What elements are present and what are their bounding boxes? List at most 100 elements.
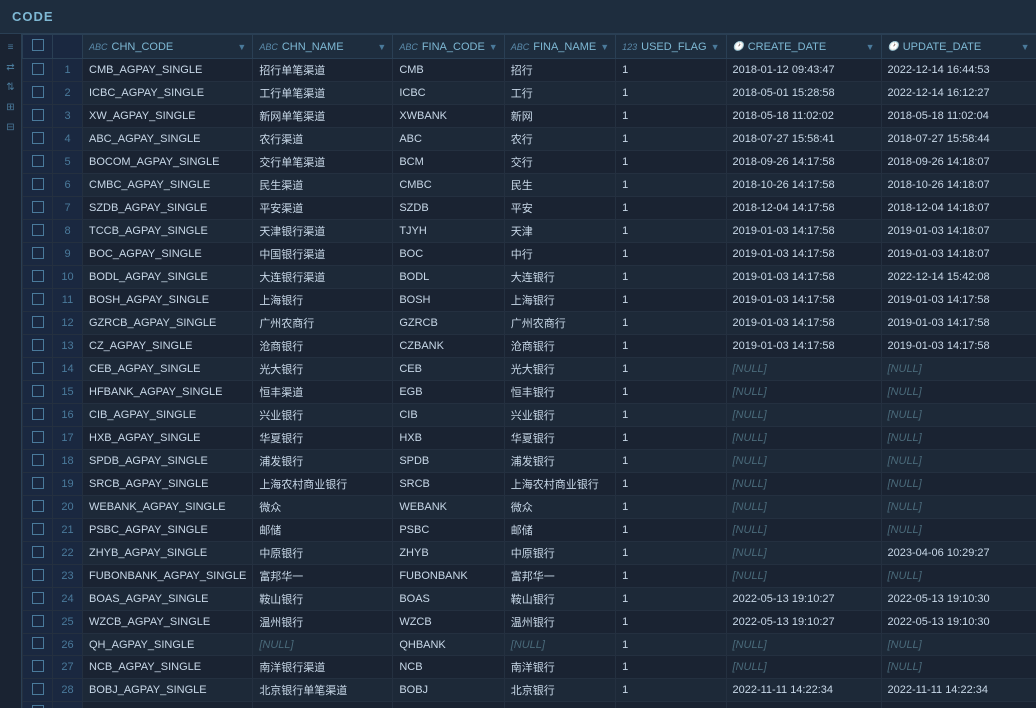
checkbox-icon[interactable] (32, 615, 44, 627)
table-row[interactable]: 24BOAS_AGPAY_SINGLE鞍山银行BOAS鞍山银行12022-05-… (23, 588, 1036, 611)
col-header-used-flag[interactable]: 123 USED_FLAG ▼ (616, 35, 726, 59)
row-checkbox[interactable] (23, 220, 53, 243)
panel-icon-5[interactable]: ⊟ (2, 118, 20, 136)
col-header-checkbox[interactable] (23, 35, 53, 59)
panel-icon-1[interactable]: ≡ (2, 38, 20, 56)
checkbox-icon[interactable] (32, 523, 44, 535)
checkbox-icon[interactable] (32, 224, 44, 236)
table-row[interactable]: 14CEB_AGPAY_SINGLE光大银行CEB光大银行1[NULL][NUL… (23, 358, 1036, 381)
checkbox-icon[interactable] (32, 132, 44, 144)
header-checkbox[interactable] (32, 39, 44, 51)
table-row[interactable]: 11BOSH_AGPAY_SINGLE上海银行BOSH上海银行12019-01-… (23, 289, 1036, 312)
checkbox-icon[interactable] (32, 385, 44, 397)
row-checkbox[interactable] (23, 542, 53, 565)
table-row[interactable]: 17HXB_AGPAY_SINGLE华夏银行HXB华夏银行1[NULL][NUL… (23, 427, 1036, 450)
row-checkbox[interactable] (23, 679, 53, 702)
row-checkbox[interactable] (23, 59, 53, 82)
table-row[interactable]: 19SRCB_AGPAY_SINGLE上海农村商业银行SRCB上海农村商业银行1… (23, 473, 1036, 496)
checkbox-icon[interactable] (32, 408, 44, 420)
table-row[interactable]: 18SPDB_AGPAY_SINGLE浦发银行SPDB浦发银行1[NULL][N… (23, 450, 1036, 473)
table-row[interactable]: 8TCCB_AGPAY_SINGLE天津银行渠道TJYH天津12019-01-0… (23, 220, 1036, 243)
checkbox-icon[interactable] (32, 247, 44, 259)
row-checkbox[interactable] (23, 565, 53, 588)
row-checkbox[interactable] (23, 611, 53, 634)
checkbox-icon[interactable] (32, 109, 44, 121)
checkbox-icon[interactable] (32, 178, 44, 190)
checkbox-icon[interactable] (32, 270, 44, 282)
table-row[interactable]: 2912312312323412022-12-07 14:42:102022-1… (23, 702, 1036, 708)
checkbox-icon[interactable] (32, 362, 44, 374)
checkbox-icon[interactable] (32, 201, 44, 213)
table-row[interactable]: 28BOBJ_AGPAY_SINGLE北京银行单笔渠道BOBJ北京银行12022… (23, 679, 1036, 702)
table-row[interactable]: 5BOCOM_AGPAY_SINGLE交行单笔渠道BCM交行12018-09-2… (23, 151, 1036, 174)
col-header-chn-code[interactable]: ABC CHN_CODE ▼ (83, 35, 253, 59)
row-checkbox[interactable] (23, 335, 53, 358)
col-header-chn-name[interactable]: ABC CHN_NAME ▼ (253, 35, 393, 59)
table-row[interactable]: 10BODL_AGPAY_SINGLE大连银行渠道BODL大连银行12019-0… (23, 266, 1036, 289)
table-row[interactable]: 4ABC_AGPAY_SINGLE农行渠道ABC农行12018-07-27 15… (23, 128, 1036, 151)
checkbox-icon[interactable] (32, 431, 44, 443)
data-table-container[interactable]: ABC CHN_CODE ▼ ABC CHN_NAME ▼ (22, 34, 1036, 708)
row-checkbox[interactable] (23, 450, 53, 473)
col-header-create-date[interactable]: 🕐 CREATE_DATE ▼ (726, 35, 881, 59)
table-row[interactable]: 26QH_AGPAY_SINGLE[NULL]QHBANK[NULL]1[NUL… (23, 634, 1036, 656)
table-row[interactable]: 23FUBONBANK_AGPAY_SINGLE富邦华一FUBONBANK富邦华… (23, 565, 1036, 588)
row-checkbox[interactable] (23, 289, 53, 312)
table-row[interactable]: 12GZRCB_AGPAY_SINGLE广州农商行GZRCB广州农商行12019… (23, 312, 1036, 335)
table-row[interactable]: 6CMBC_AGPAY_SINGLE民生渠道CMBC民生12018-10-26 … (23, 174, 1036, 197)
table-row[interactable]: 1CMB_AGPAY_SINGLE招行单笔渠道CMB招行12018-01-12 … (23, 59, 1036, 82)
table-row[interactable]: 16CIB_AGPAY_SINGLE兴业银行CIB兴业银行1[NULL][NUL… (23, 404, 1036, 427)
checkbox-icon[interactable] (32, 63, 44, 75)
row-checkbox[interactable] (23, 473, 53, 496)
row-checkbox[interactable] (23, 519, 53, 542)
checkbox-icon[interactable] (32, 339, 44, 351)
row-checkbox[interactable] (23, 634, 53, 656)
checkbox-icon[interactable] (32, 454, 44, 466)
table-row[interactable]: 25WZCB_AGPAY_SINGLE温州银行WZCB温州银行12022-05-… (23, 611, 1036, 634)
checkbox-icon[interactable] (32, 293, 44, 305)
row-checkbox[interactable] (23, 266, 53, 289)
row-checkbox[interactable] (23, 105, 53, 128)
row-checkbox[interactable] (23, 427, 53, 450)
checkbox-icon[interactable] (32, 316, 44, 328)
table-row[interactable]: 13CZ_AGPAY_SINGLE沧商银行CZBANK沧商银行12019-01-… (23, 335, 1036, 358)
row-checkbox[interactable] (23, 312, 53, 335)
col-header-fina-code[interactable]: ABC FINA_CODE ▼ (393, 35, 504, 59)
table-row[interactable]: 21PSBC_AGPAY_SINGLE邮储PSBC邮储1[NULL][NULL] (23, 519, 1036, 542)
table-row[interactable]: 2ICBC_AGPAY_SINGLE工行单笔渠道ICBC工行12018-05-0… (23, 82, 1036, 105)
row-checkbox[interactable] (23, 197, 53, 220)
table-row[interactable]: 27NCB_AGPAY_SINGLE南洋银行渠道NCB南洋银行1[NULL][N… (23, 656, 1036, 679)
row-checkbox[interactable] (23, 381, 53, 404)
checkbox-icon[interactable] (32, 155, 44, 167)
checkbox-icon[interactable] (32, 569, 44, 581)
panel-icon-4[interactable]: ⊞ (2, 98, 20, 116)
row-checkbox[interactable] (23, 243, 53, 266)
panel-icon-3[interactable]: ⇅ (2, 78, 20, 96)
table-row[interactable]: 3XW_AGPAY_SINGLE新网单笔渠道XWBANK新网12018-05-1… (23, 105, 1036, 128)
checkbox-icon[interactable] (32, 637, 44, 649)
row-checkbox[interactable] (23, 496, 53, 519)
row-checkbox[interactable] (23, 174, 53, 197)
table-row[interactable]: 9BOC_AGPAY_SINGLE中国银行渠道BOC中行12019-01-03 … (23, 243, 1036, 266)
checkbox-icon[interactable] (32, 683, 44, 695)
col-header-update-date[interactable]: 🕐 UPDATE_DATE ▼ (881, 35, 1036, 59)
table-row[interactable]: 7SZDB_AGPAY_SINGLE平安渠道SZDB平安12018-12-04 … (23, 197, 1036, 220)
checkbox-icon[interactable] (32, 477, 44, 489)
row-checkbox[interactable] (23, 702, 53, 708)
row-checkbox[interactable] (23, 82, 53, 105)
row-checkbox[interactable] (23, 151, 53, 174)
panel-icon-2[interactable]: ⇄ (2, 58, 20, 76)
row-checkbox[interactable] (23, 128, 53, 151)
row-checkbox[interactable] (23, 656, 53, 679)
checkbox-icon[interactable] (32, 500, 44, 512)
row-checkbox[interactable] (23, 588, 53, 611)
checkbox-icon[interactable] (32, 660, 44, 672)
table-row[interactable]: 22ZHYB_AGPAY_SINGLE中原银行ZHYB中原银行1[NULL]20… (23, 542, 1036, 565)
row-checkbox[interactable] (23, 404, 53, 427)
checkbox-icon[interactable] (32, 86, 44, 98)
row-checkbox[interactable] (23, 358, 53, 381)
table-row[interactable]: 15HFBANK_AGPAY_SINGLE恒丰渠道EGB恒丰银行1[NULL][… (23, 381, 1036, 404)
col-header-fina-name[interactable]: ABC FINA_NAME ▼ (504, 35, 615, 59)
table-row[interactable]: 20WEBANK_AGPAY_SINGLE微众WEBANK微众1[NULL][N… (23, 496, 1036, 519)
checkbox-icon[interactable] (32, 546, 44, 558)
